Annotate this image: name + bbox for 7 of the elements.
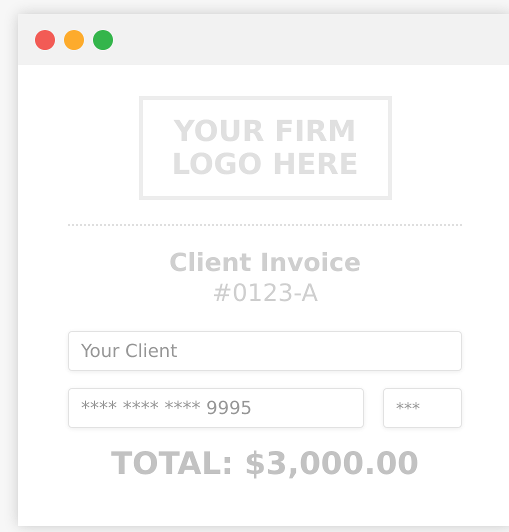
close-button[interactable] [35,30,55,50]
total-amount: TOTAL: $3,000.00 [111,446,419,482]
client-field[interactable]: Your Client [68,331,462,371]
cvc-field[interactable]: *** [383,388,462,428]
maximize-button[interactable] [93,30,113,50]
minimize-button[interactable] [64,30,84,50]
card-number-field[interactable]: **** **** **** 9995 [68,388,364,428]
